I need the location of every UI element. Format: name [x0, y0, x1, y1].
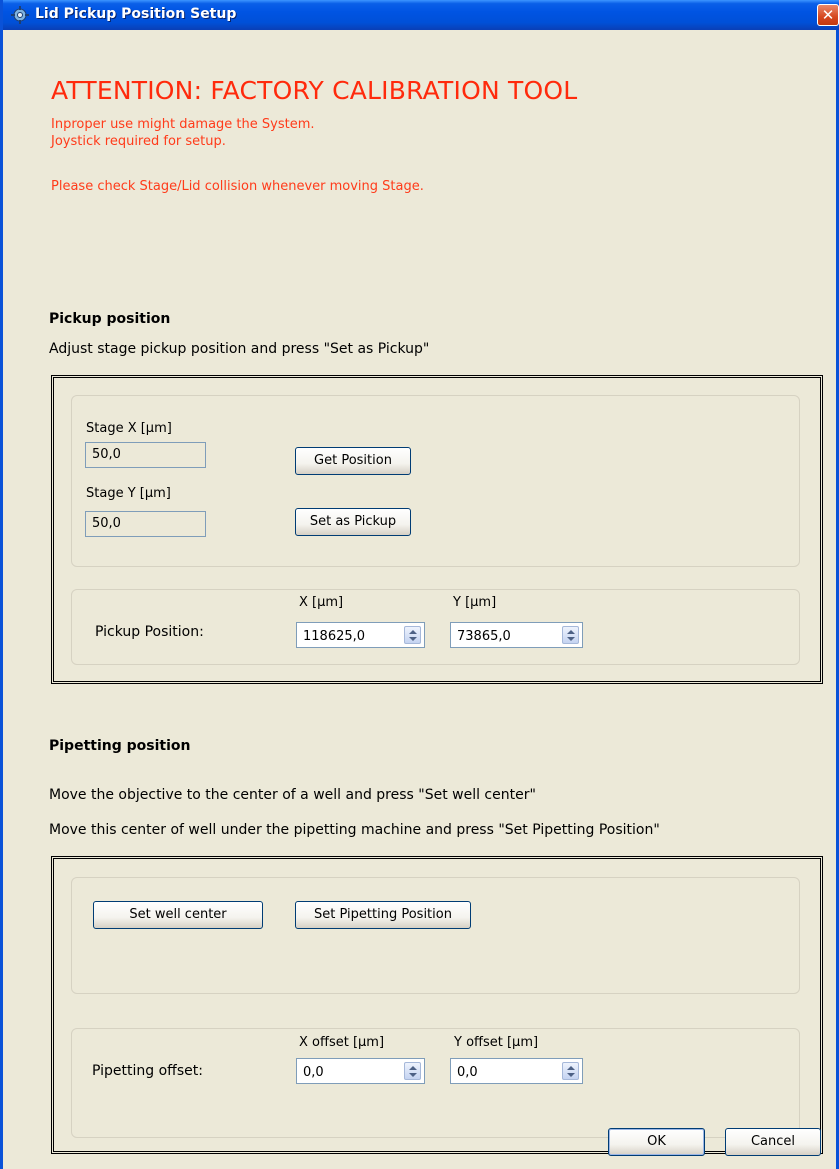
pipetting-description-1: Move the objective to the center of a we…: [49, 787, 536, 803]
pickup-y-label: Y [µm]: [453, 595, 497, 610]
get-position-button[interactable]: Get Position: [295, 447, 411, 475]
set-as-pickup-button[interactable]: Set as Pickup: [295, 508, 411, 536]
window-title: Lid Pickup Position Setup: [35, 6, 237, 22]
pipetting-offset-label: Pipetting offset:: [92, 1063, 203, 1079]
pickup-x-spinbox[interactable]: 118625,0: [296, 622, 425, 648]
cancel-button[interactable]: Cancel: [725, 1128, 821, 1156]
x-offset-label: X offset [µm]: [299, 1035, 385, 1050]
pickup-position-label: Pickup Position:: [95, 624, 204, 640]
pipetting-buttons-group: [71, 877, 800, 994]
pickup-x-label: X [µm]: [299, 595, 344, 610]
close-button[interactable]: ✕: [817, 4, 839, 26]
attention-line-3: Please check Stage/Lid collision wheneve…: [51, 179, 424, 194]
stage-position-group: [71, 395, 800, 567]
attention-line-1: Inproper use might damage the System.: [51, 117, 315, 132]
attention-line-2: Joystick required for setup.: [51, 134, 226, 149]
y-offset-label: Y offset [µm]: [454, 1035, 539, 1050]
spin-arrows-icon[interactable]: [562, 1062, 579, 1080]
pipetting-offset-group: [71, 1028, 800, 1138]
title-bar[interactable]: Lid Pickup Position Setup ✕: [3, 0, 839, 30]
y-offset-value: 0,0: [457, 1065, 478, 1080]
stage-y-field: 50,0: [85, 511, 206, 537]
pickup-description: Adjust stage pickup position and press "…: [49, 341, 430, 357]
pickup-y-spinbox[interactable]: 73865,0: [450, 622, 583, 648]
x-offset-value: 0,0: [303, 1065, 324, 1080]
app-gear-icon: [11, 6, 29, 24]
pickup-x-value: 118625,0: [303, 629, 366, 644]
pipetting-description-2: Move this center of well under the pipet…: [49, 822, 660, 838]
y-offset-spinbox[interactable]: 0,0: [450, 1058, 583, 1084]
set-well-center-button[interactable]: Set well center: [93, 901, 263, 929]
spin-arrows-icon[interactable]: [562, 626, 579, 644]
set-pipetting-position-button[interactable]: Set Pipetting Position: [295, 901, 471, 929]
spin-arrows-icon[interactable]: [404, 626, 421, 644]
attention-title: ATTENTION: FACTORY CALIBRATION TOOL: [51, 76, 578, 105]
spin-arrows-icon[interactable]: [404, 1062, 421, 1080]
stage-x-label: Stage X [µm]: [86, 421, 172, 436]
pickup-section-title: Pickup position: [49, 311, 171, 327]
stage-y-label: Stage Y [µm]: [86, 486, 171, 501]
stage-x-field: 50,0: [85, 442, 206, 468]
pipetting-section-title: Pipetting position: [49, 738, 191, 754]
pickup-y-value: 73865,0: [457, 629, 511, 644]
dialog-window: Lid Pickup Position Setup ✕ ATTENTION: F…: [0, 0, 839, 1169]
ok-button[interactable]: OK: [608, 1128, 705, 1156]
x-offset-spinbox[interactable]: 0,0: [296, 1058, 425, 1084]
